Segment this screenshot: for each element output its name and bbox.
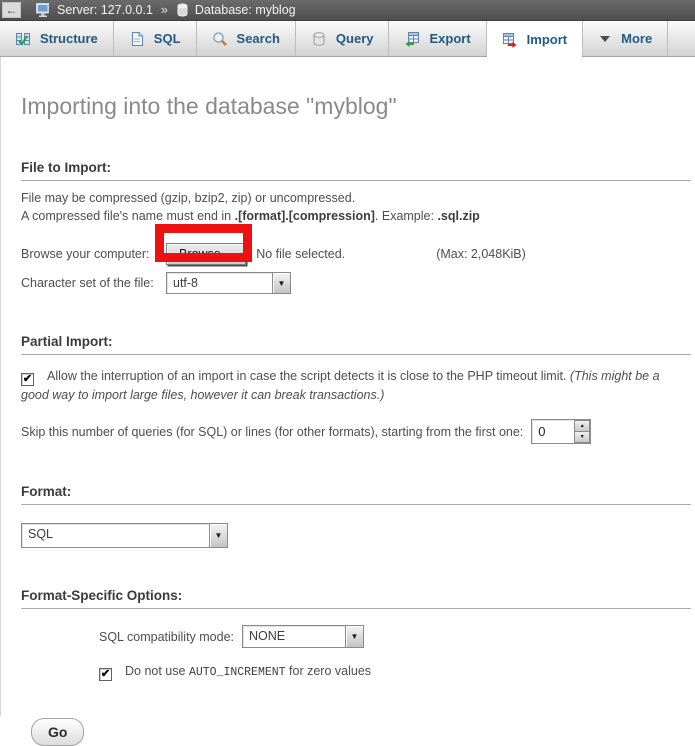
section-title-format-specific: Format-Specific Options:: [21, 588, 691, 609]
sql-compatibility-value: NONE: [243, 626, 345, 647]
spin-up-icon[interactable]: ▲: [574, 420, 590, 432]
back-button[interactable]: ←: [2, 2, 21, 18]
page-title: Importing into the database "myblog": [21, 57, 695, 120]
import-icon: [502, 32, 518, 48]
breadcrumb-bar: ← Server: 127.0.0.1 » Database: myblog: [0, 0, 695, 21]
skip-queries-value: 0: [532, 420, 574, 443]
tab-label: Query: [336, 31, 374, 46]
sql-icon: [129, 31, 145, 47]
chevron-down-icon[interactable]: ▼: [345, 626, 363, 647]
compression-hint-line2: A compressed file's name must end in .[f…: [21, 207, 695, 225]
section-title-partial-import: Partial Import:: [21, 334, 691, 355]
auto-increment-checkbox[interactable]: ✔: [99, 668, 112, 681]
chevron-down-icon[interactable]: ▼: [209, 524, 227, 547]
format-select[interactable]: SQL ▼: [21, 523, 228, 548]
sql-compatibility-select[interactable]: NONE ▼: [242, 625, 364, 648]
interrupt-text: Allow the interruption of an import in c…: [47, 369, 570, 383]
tab-more[interactable]: More: [583, 21, 668, 56]
server-icon: [36, 3, 51, 17]
import-page: Importing into the database "myblog" Fil…: [0, 57, 695, 716]
auto-increment-text-pre: Do not use: [125, 664, 189, 678]
spinner-buttons: ▲ ▼: [574, 420, 590, 443]
tab-import[interactable]: Import: [487, 21, 583, 58]
browse-row: Browse your computer: Browse… No file se…: [21, 243, 695, 265]
tab-label: SQL: [154, 31, 181, 46]
search-icon: [212, 31, 228, 47]
skip-queries-label: Skip this number of queries (for SQL) or…: [21, 425, 523, 439]
tab-export[interactable]: Export: [389, 21, 486, 56]
go-button[interactable]: Go: [31, 718, 84, 746]
auto-increment-keyword: AUTO_INCREMENT: [189, 666, 286, 679]
auto-increment-row: ✔ Do not use AUTO_INCREMENT for zero valu…: [99, 662, 695, 682]
interrupt-option-row: ✔ Allow the interruption of an import in …: [21, 367, 683, 405]
tab-structure[interactable]: Structure: [0, 21, 114, 56]
charset-label: Character set of the file:: [21, 276, 166, 290]
charset-selected-value: utf-8: [167, 273, 272, 293]
query-icon: [311, 31, 327, 47]
tab-sql[interactable]: SQL: [114, 21, 197, 56]
tab-label: Import: [527, 32, 567, 47]
sql-compatibility-row: SQL compatibility mode: NONE ▼: [99, 625, 695, 648]
charset-row: Character set of the file: utf-8 ▼: [21, 272, 695, 294]
format-selected-value: SQL: [22, 524, 209, 547]
interrupt-checkbox[interactable]: ✔: [21, 373, 34, 386]
back-arrow-icon: ←: [6, 4, 18, 16]
hint-text: . Example:: [375, 209, 438, 223]
hint-example: .sql.zip: [437, 209, 479, 223]
tab-label: Structure: [40, 31, 98, 46]
tab-bar: Structure SQL Search Query: [0, 21, 695, 57]
browse-button[interactable]: Browse…: [166, 243, 246, 265]
tab-label: More: [621, 31, 652, 46]
tab-label: Search: [237, 31, 280, 46]
max-upload-size: (Max: 2,048KiB): [436, 247, 526, 261]
skip-queries-input[interactable]: 0 ▲ ▼: [531, 419, 591, 444]
database-icon: [176, 3, 189, 17]
tab-query[interactable]: Query: [296, 21, 390, 56]
compression-hint-line1: File may be compressed (gzip, bzip2, zip…: [21, 189, 695, 207]
hint-format-pattern: .[format].[compression]: [235, 209, 375, 223]
breadcrumb-database[interactable]: Database: myblog: [195, 3, 296, 17]
tabbar-filler: [668, 21, 695, 56]
hint-text: A compressed file's name must end in: [21, 209, 235, 223]
tab-label: Export: [429, 31, 470, 46]
auto-increment-text-post: for zero values: [286, 664, 371, 678]
sql-compatibility-label: SQL compatibility mode:: [99, 630, 234, 644]
chevron-down-icon[interactable]: ▼: [272, 273, 290, 293]
charset-select[interactable]: utf-8 ▼: [166, 272, 291, 294]
tab-search[interactable]: Search: [197, 21, 296, 56]
skip-queries-row: Skip this number of queries (for SQL) or…: [21, 419, 695, 444]
structure-icon: [15, 31, 31, 47]
section-title-format: Format:: [21, 484, 691, 505]
export-icon: [404, 31, 420, 47]
breadcrumb-separator: »: [161, 3, 168, 17]
chevron-down-icon: [598, 33, 612, 45]
spin-down-icon[interactable]: ▼: [574, 432, 590, 443]
breadcrumb-server[interactable]: Server: 127.0.0.1: [57, 3, 153, 17]
section-title-file-to-import: File to Import:: [21, 160, 691, 181]
no-file-selected-text: No file selected.: [256, 247, 436, 261]
browse-label: Browse your computer:: [21, 247, 166, 261]
